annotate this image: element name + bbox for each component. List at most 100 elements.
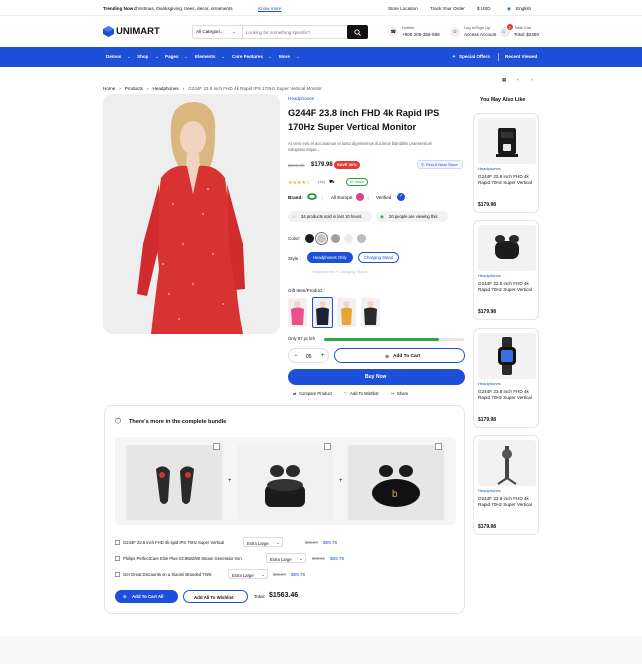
special-offers-link[interactable]: Special Offers <box>459 54 490 60</box>
color-swatch-white[interactable] <box>344 234 353 243</box>
logo-text[interactable]: UNIMART <box>116 26 160 37</box>
nav-item-elements[interactable]: Elements <box>195 54 215 60</box>
find-store-button[interactable]: ⚲ Find A Near Store <box>417 160 463 169</box>
store-location-link[interactable]: Store Location <box>388 6 418 12</box>
gift-label: Gift Item/Product : <box>288 288 326 293</box>
gift-item-thumb-selected[interactable] <box>312 297 333 328</box>
nav-item-core-features[interactable]: Core Features <box>232 54 263 60</box>
related-product-image[interactable] <box>478 440 536 486</box>
product-title-line2: 170Hz Super Vertical Monitor <box>288 122 417 132</box>
bundle-row-checkbox[interactable] <box>115 572 120 577</box>
related-product-name[interactable]: G244F 23.8 inch FHD 4k Rapid 70Hz Super … <box>478 174 536 186</box>
related-product-name[interactable]: G244F 23.8 inch FHD 4k Rapid 70Hz Super … <box>478 496 536 508</box>
divider: | <box>368 195 370 200</box>
phone-icon: ☎ <box>388 27 398 37</box>
related-product-price: $179.98 <box>478 524 497 530</box>
bundle-row-old-price: $86.34 <box>273 572 286 577</box>
recent-viewed-link[interactable]: Recent Viewed <box>505 54 537 60</box>
gift-icon: ✦ <box>452 54 456 59</box>
add-to-cart-button[interactable]: ⊕ Add To Cart <box>334 348 465 363</box>
related-product-image[interactable] <box>478 333 536 379</box>
related-product-image[interactable] <box>478 225 536 271</box>
bundle-checkbox[interactable] <box>324 443 331 450</box>
currency-select[interactable]: $ USD <box>477 6 491 12</box>
search-button[interactable] <box>347 25 368 39</box>
breadcrumb-headphones[interactable]: Headphones <box>152 86 178 91</box>
plus-icon[interactable]: + <box>321 353 325 360</box>
gift-item-thumb[interactable] <box>337 298 356 327</box>
related-product-name[interactable]: G244F 23.8 inch FHD 4k Rapid 70Hz Super … <box>478 389 536 401</box>
color-swatch-gray[interactable] <box>331 234 340 243</box>
color-swatch-black[interactable] <box>305 234 314 243</box>
stock-progress-track <box>324 338 464 341</box>
bundle-row-option-select[interactable]: Extra Large ⌄ <box>266 553 306 563</box>
trending-label: Trending Now : <box>103 6 137 11</box>
bundle-checkbox[interactable] <box>213 443 220 450</box>
quantity-value[interactable]: 05 <box>306 354 312 360</box>
style-option-charging-stand[interactable]: Charging Stand <box>358 252 400 264</box>
bundle-row-name: Get Great Discounts on a Xiaomi Branded … <box>123 572 212 577</box>
user-icon[interactable]: ☺ <box>450 27 460 37</box>
bundle-product-image[interactable] <box>237 445 333 520</box>
know-more-link[interactable]: Know more <box>258 6 281 12</box>
bundle-row-option-select[interactable]: Extra Large ⌄ <box>228 569 268 579</box>
hotline-number[interactable]: +800 205-355-569 <box>402 32 440 38</box>
bundle-row-checkbox[interactable] <box>115 540 120 545</box>
color-swatch-silver[interactable] <box>317 234 326 243</box>
bundle-product-image[interactable]: b <box>348 445 444 520</box>
stock-progress-fill <box>324 338 439 341</box>
minus-icon[interactable]: − <box>294 353 298 360</box>
related-product-card[interactable]: Headphones G244F 23.8 inch FHD 4k Rapid … <box>473 113 539 213</box>
quantity-stepper[interactable]: − 05 + <box>288 348 329 363</box>
stock-badge: In Stock <box>346 178 368 186</box>
cart-line1[interactable]: Total Cart <box>514 25 531 31</box>
compare-link[interactable]: Compare Product <box>299 391 332 396</box>
track-order-link[interactable]: Track Your Order <box>430 6 465 12</box>
language-select[interactable]: English <box>516 6 531 12</box>
chevron-left-icon[interactable]: ‹ <box>517 77 519 83</box>
style-option-headphones-only[interactable]: Headphones Only <box>307 252 353 264</box>
related-product-name[interactable]: G244F 23.8 inch FHD 4k Rapid 70Hz Super … <box>478 281 536 293</box>
svg-text:b: b <box>392 489 398 500</box>
gift-item-thumb[interactable] <box>288 298 307 327</box>
bundle-row-option-select[interactable]: Extra Large ⌄ <box>243 537 283 547</box>
bundle-product-image[interactable] <box>126 445 222 520</box>
share-link[interactable]: Share <box>397 391 408 396</box>
related-product-image[interactable] <box>478 118 536 164</box>
chevron-right-icon[interactable]: › <box>531 77 533 83</box>
wishlist-link[interactable]: Add To Wishlist <box>350 391 379 396</box>
nav-item-more[interactable]: More <box>279 54 290 60</box>
bundle-row-price: $69.78 <box>291 572 306 577</box>
add-all-to-cart-button[interactable]: ⊕ Add To Cart All <box>115 590 178 603</box>
stock-left: Only 97 pc left <box>288 336 315 341</box>
related-product-card[interactable]: Headphones G244F 23.8 inch FHD 4k Rapid … <box>473 435 539 535</box>
bundle-row-checkbox[interactable] <box>115 556 120 561</box>
add-all-to-wishlist-button[interactable]: Add All To Wishlist <box>183 590 248 603</box>
buy-now-button[interactable]: Buy Now <box>288 369 465 385</box>
location-pin-icon: ⚲ <box>421 162 424 167</box>
color-swatch-light-gray[interactable] <box>357 234 366 243</box>
cart-total[interactable]: Total: $2390 <box>514 32 539 38</box>
account-line2[interactable]: Access Account <box>464 32 496 38</box>
bundle-section: ⬡ There's more in the complete bundle + … <box>104 405 465 614</box>
nav-item-demos[interactable]: Demos <box>106 54 121 60</box>
bundle-checkbox[interactable] <box>435 443 442 450</box>
account-line1[interactable]: Log in/Sign Up <box>464 25 490 31</box>
breadcrumb-home[interactable]: Home <box>103 86 115 91</box>
related-product-card[interactable]: Headphones G244F 23.8 inch FHD 4k Rapid … <box>473 328 539 428</box>
category-select[interactable]: All Categori... <box>196 29 224 35</box>
search-input[interactable] <box>242 26 344 38</box>
gift-item-thumb[interactable] <box>361 298 380 327</box>
style-label: Style : <box>288 256 301 261</box>
hotline-label: Hotline <box>402 25 415 30</box>
nav-item-shop[interactable]: Shop <box>137 54 148 60</box>
header: UNIMART All Categori... ⌄ ☎ Hotline +800… <box>0 16 642 46</box>
bundle-row-name: Philips PerfectCare Elite Plus GC9682/80… <box>123 556 242 561</box>
product-main-image[interactable] <box>103 94 280 334</box>
product-category[interactable]: Headphones <box>288 96 314 102</box>
breadcrumb-products[interactable]: Products <box>125 86 143 91</box>
nav-item-pages[interactable]: Pages <box>165 54 179 60</box>
related-product-card[interactable]: Headphones G244F 23.8 inch FHD 4k Rapid … <box>473 220 539 320</box>
grid-icon[interactable]: ▦ <box>502 77 506 83</box>
compare-icon: ⇄ <box>293 391 297 396</box>
